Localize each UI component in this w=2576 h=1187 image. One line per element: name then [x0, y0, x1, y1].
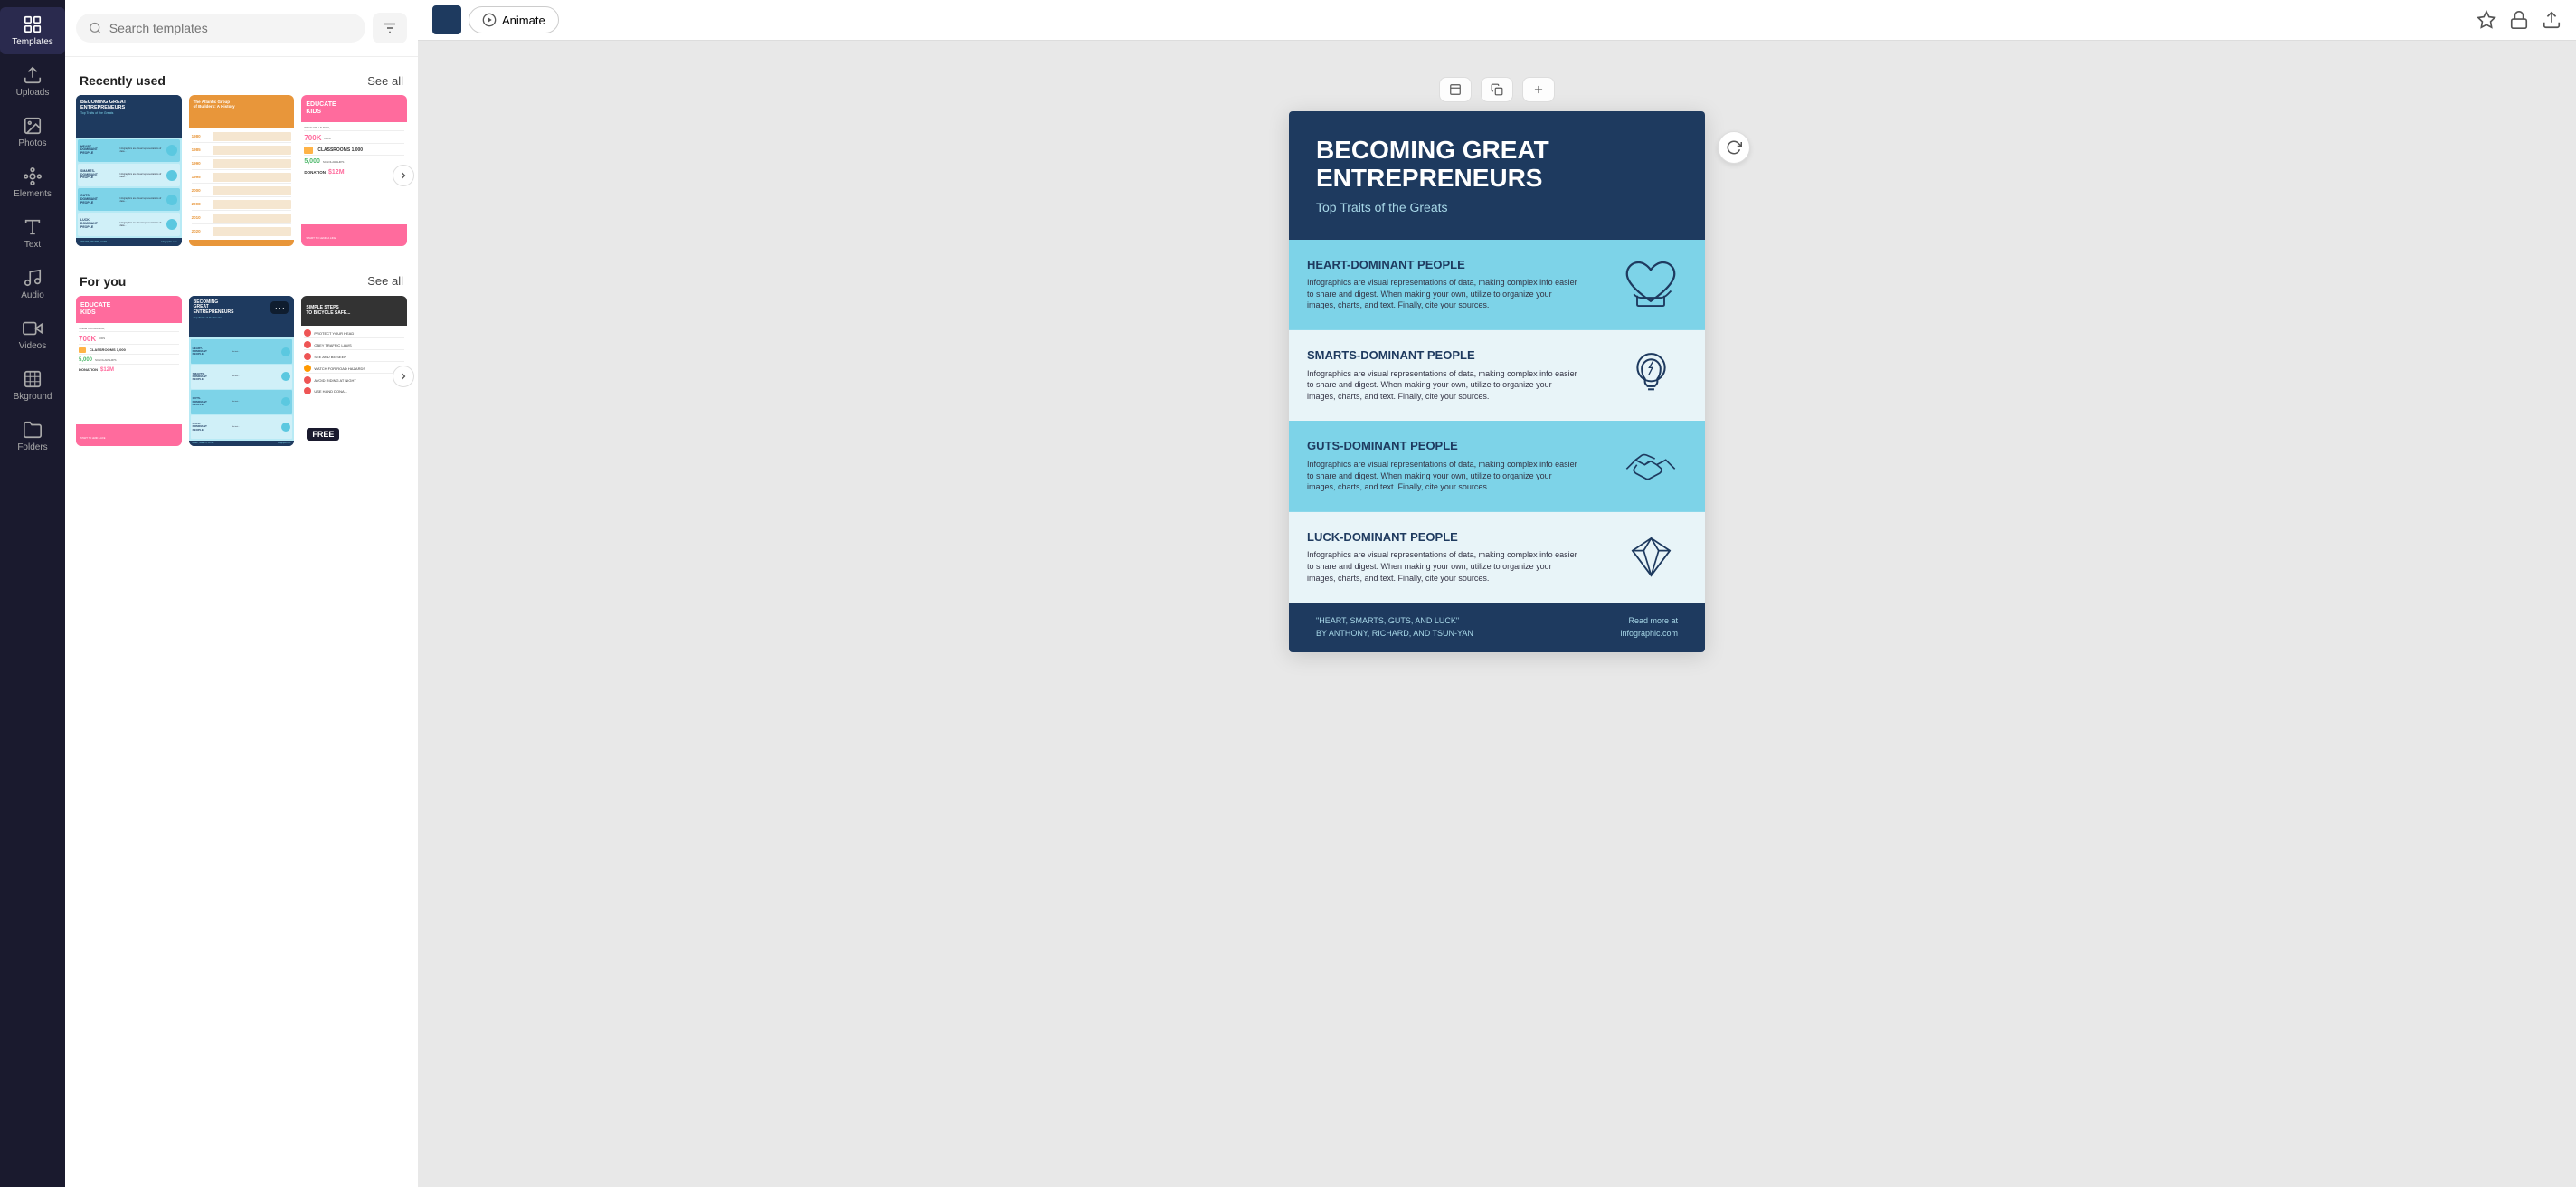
template-becoming-entrepreneurs[interactable]: BECOMING GREATENTREPRENEURS Top Traits o… — [76, 95, 182, 246]
section-guts-left: GUTS-DOMINANT PEOPLE Infographics are vi… — [1289, 421, 1596, 510]
section-heart-left: HEART-DOMINANT PEOPLE Infographics are v… — [1289, 240, 1596, 329]
infographic-subtitle: Top Traits of the Greats — [1316, 200, 1678, 214]
free-badge: FREE — [307, 428, 339, 441]
infographic-document[interactable]: BECOMING GREAT ENTREPRENEURS Top Traits … — [1289, 111, 1705, 652]
for-you-template-entrepreneurs[interactable]: BECOMINGGREATENTREPRENEURS Top Traits of… — [189, 296, 295, 447]
new-page-button[interactable] — [1439, 77, 1472, 102]
sidebar-item-photos[interactable]: Photos — [0, 109, 65, 156]
section-heart: HEART-DOMINANT PEOPLE Infographics are v… — [1289, 240, 1705, 330]
recently-used-next-arrow[interactable] — [393, 165, 414, 186]
infographic-header: BECOMING GREAT ENTREPRENEURS Top Traits … — [1289, 111, 1705, 240]
canvas-scroll[interactable]: BECOMING GREAT ENTREPRENEURS Top Traits … — [418, 41, 2576, 1187]
canvas-area: Animate — [418, 0, 2576, 1187]
sidebar-item-uploads[interactable]: Uploads — [0, 58, 65, 105]
duplicate-page-button[interactable] — [1481, 77, 1513, 102]
panel-content: Recently used See all BECOMING GREATENTR… — [65, 57, 418, 1187]
for-you-header: For you See all — [65, 265, 418, 296]
recently-used-see-all[interactable]: See all — [367, 74, 403, 88]
infographic-footer-quote: "HEART, SMARTS, GUTS, AND LUCK" BY ANTHO… — [1316, 615, 1473, 640]
section-guts-icon — [1596, 421, 1705, 510]
canvas-toolbar-bar: Animate — [418, 0, 2576, 41]
refresh-button[interactable] — [1718, 131, 1750, 164]
top-right-icons — [2477, 10, 2562, 30]
sidebar-label-folders: Folders — [17, 442, 47, 452]
lock-icon[interactable] — [2509, 10, 2529, 30]
animate-button[interactable]: Animate — [469, 6, 559, 33]
sidebar-label-elements: Elements — [14, 189, 52, 199]
for-you-grid: EDUCATEKIDS SINCE ITS LAUNCH, 700K KIDS … — [65, 296, 418, 458]
section-luck-title: LUCK-DOMINANT PEOPLE — [1307, 530, 1578, 545]
sidebar-item-audio[interactable]: Audio — [0, 261, 65, 308]
recently-used-title: Recently used — [80, 73, 166, 88]
add-page-button[interactable] — [1522, 77, 1555, 102]
color-swatch[interactable] — [432, 5, 461, 34]
template-atlantic-group[interactable]: The Atlantic Groupof Builders: A History… — [189, 95, 295, 246]
sidebar-label-text: Text — [24, 240, 41, 250]
templates-panel: Recently used See all BECOMING GREATENTR… — [65, 0, 418, 1187]
sidebar: Templates Uploads Photos Elements Text — [0, 0, 65, 1187]
sidebar-label-templates: Templates — [12, 37, 53, 47]
section-luck: LUCK-DOMINANT PEOPLE Infographics are vi… — [1289, 512, 1705, 603]
section-guts-title: GUTS-DOMINANT PEOPLE — [1307, 439, 1578, 453]
canvas-document: BECOMING GREAT ENTREPRENEURS Top Traits … — [1289, 77, 1705, 652]
for-you-title: For you — [80, 274, 126, 289]
sidebar-label-videos: Videos — [19, 341, 46, 351]
share-icon[interactable] — [2542, 10, 2562, 30]
design-tool-icon[interactable] — [2477, 10, 2496, 30]
sidebar-item-videos[interactable]: Videos — [0, 311, 65, 358]
section-smarts-icon — [1596, 330, 1705, 420]
search-input-wrap[interactable] — [76, 14, 365, 43]
section-heart-title: HEART-DOMINANT PEOPLE — [1307, 258, 1578, 272]
section-smarts-left: SMARTS-DOMINANT PEOPLE Infographics are … — [1289, 330, 1596, 420]
for-you-template-educate[interactable]: EDUCATEKIDS SINCE ITS LAUNCH, 700K KIDS … — [76, 296, 182, 447]
refresh-icon — [1726, 139, 1742, 156]
sidebar-label-bkground: Bkground — [14, 392, 52, 402]
section-luck-icon — [1596, 512, 1705, 602]
search-bar — [65, 0, 418, 57]
filter-button[interactable] — [373, 13, 407, 43]
sidebar-label-audio: Audio — [21, 290, 44, 300]
section-guts-text: Infographics are visual representations … — [1307, 459, 1578, 493]
sidebar-item-templates[interactable]: Templates — [0, 7, 65, 54]
template-menu-dots[interactable]: ··· — [270, 301, 289, 314]
document-toolbar — [1289, 77, 1705, 102]
filter-icon — [382, 20, 398, 36]
duplicate-icon — [1491, 83, 1503, 96]
section-smarts: SMARTS-DOMINANT PEOPLE Infographics are … — [1289, 330, 1705, 421]
sidebar-label-photos: Photos — [18, 138, 46, 148]
infographic-title: BECOMING GREAT ENTREPRENEURS — [1316, 137, 1678, 193]
section-heart-text: Infographics are visual representations … — [1307, 277, 1578, 311]
sidebar-item-elements[interactable]: Elements — [0, 159, 65, 206]
section-smarts-title: SMARTS-DOMINANT PEOPLE — [1307, 348, 1578, 363]
new-page-icon — [1449, 83, 1462, 96]
search-input[interactable] — [109, 21, 353, 35]
template-educate-kids[interactable]: EDUCATEKIDS SINCE ITS LAUNCH, 700K KIDS … — [301, 95, 407, 246]
sidebar-label-uploads: Uploads — [16, 88, 50, 98]
recently-used-header: Recently used See all — [65, 64, 418, 95]
sidebar-item-bkground[interactable]: Bkground — [0, 362, 65, 409]
infographic-footer: "HEART, SMARTS, GUTS, AND LUCK" BY ANTHO… — [1289, 603, 1705, 652]
for-you-template-bicycle[interactable]: SIMPLE STEPSTO BICYCLE SAFE... PROTECT Y… — [301, 296, 407, 447]
recently-used-grid: BECOMING GREATENTREPRENEURS Top Traits o… — [65, 95, 418, 257]
section-guts: GUTS-DOMINANT PEOPLE Infographics are vi… — [1289, 421, 1705, 511]
for-you-see-all[interactable]: See all — [367, 274, 403, 288]
sidebar-item-folders[interactable]: Folders — [0, 413, 65, 460]
infographic-footer-link: Read more at infographic.com — [1620, 615, 1678, 640]
sidebar-item-text[interactable]: Text — [0, 210, 65, 257]
animate-icon — [482, 13, 497, 27]
search-icon — [89, 21, 102, 35]
section-luck-left: LUCK-DOMINANT PEOPLE Infographics are vi… — [1289, 512, 1596, 602]
for-you-next-arrow[interactable] — [393, 366, 414, 387]
section-heart-icon — [1596, 240, 1705, 329]
section-luck-text: Infographics are visual representations … — [1307, 549, 1578, 584]
add-page-icon — [1532, 83, 1545, 96]
section-smarts-text: Infographics are visual representations … — [1307, 368, 1578, 403]
animate-label: Animate — [502, 14, 545, 27]
